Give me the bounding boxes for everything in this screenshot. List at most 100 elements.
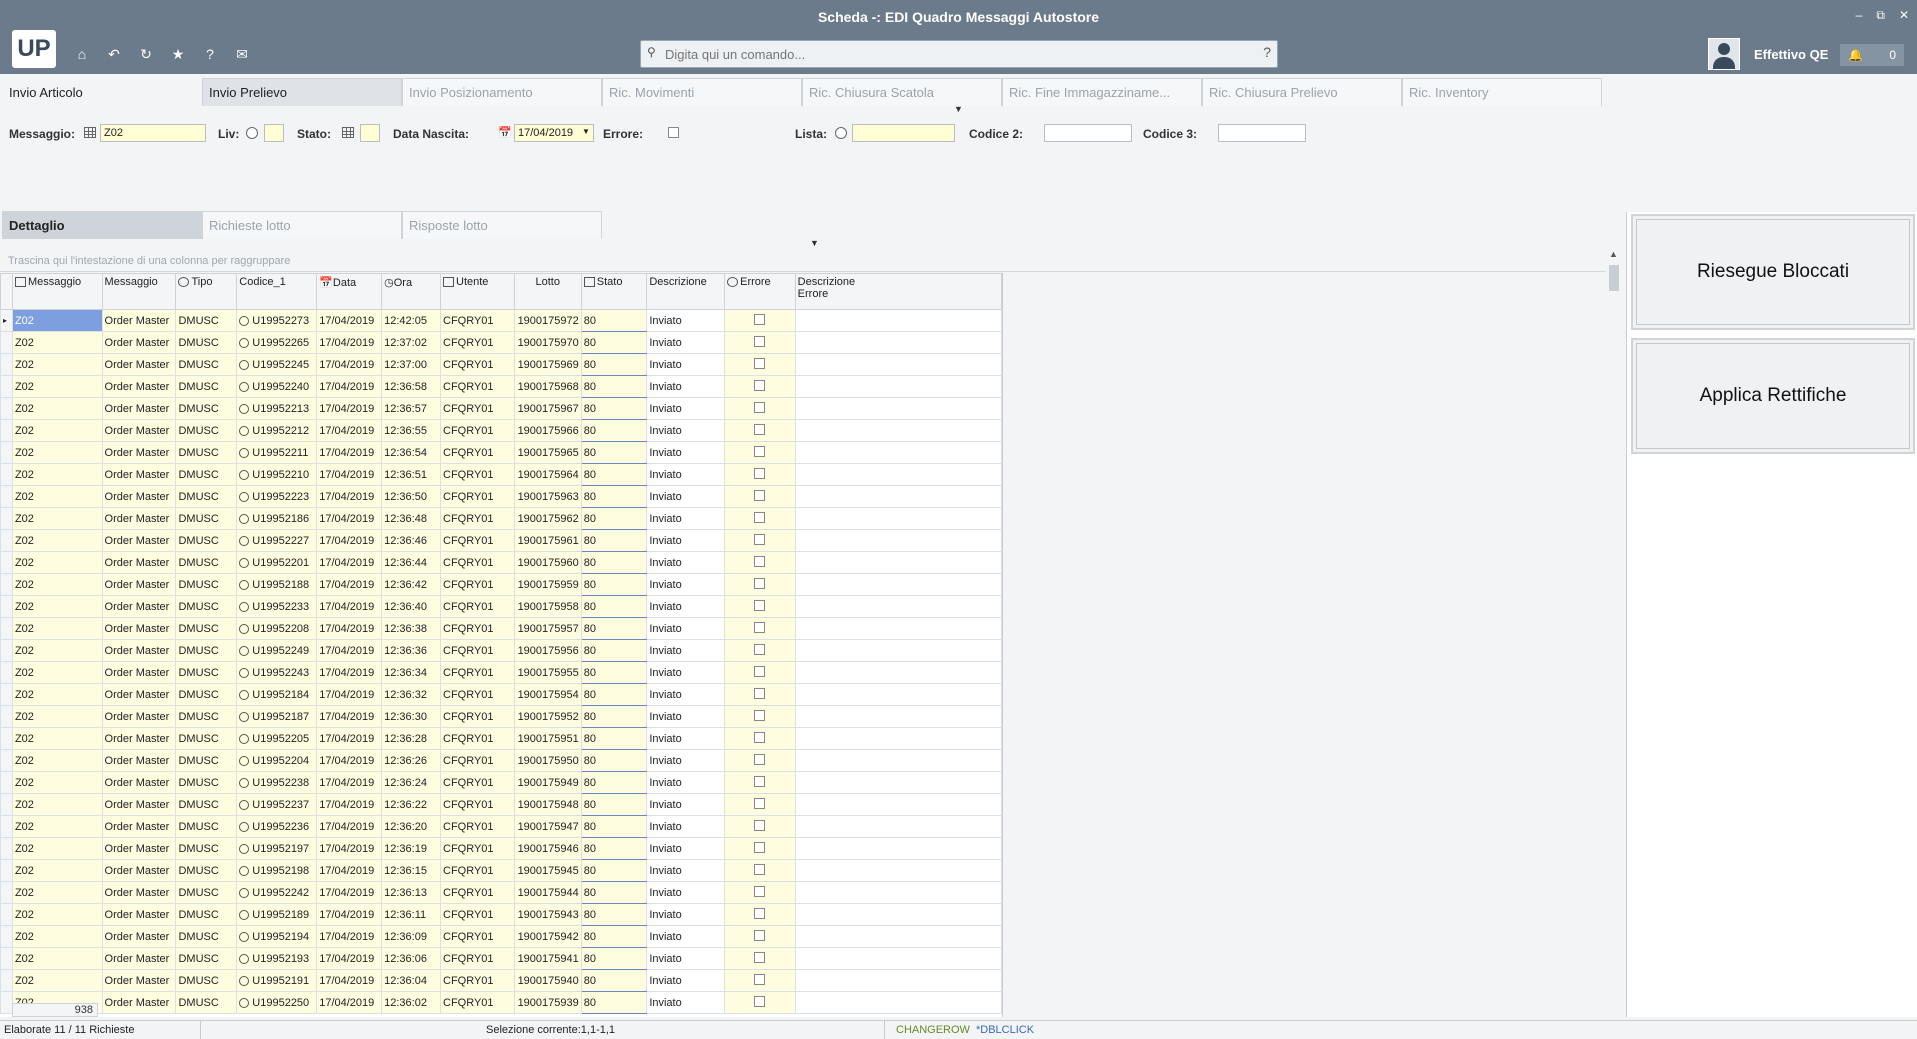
- cell-ora[interactable]: 12:36:50: [381, 485, 441, 508]
- cell-data[interactable]: 17/04/2019: [316, 947, 383, 970]
- errore-checkbox[interactable]: [754, 951, 766, 963]
- col-header-errore[interactable]: Errore: [724, 273, 796, 310]
- radio-icon[interactable]: [239, 381, 250, 392]
- cell-descrizione-errore[interactable]: [794, 397, 1002, 420]
- cell-lotto[interactable]: 1900175945: [513, 859, 582, 882]
- cell-stato[interactable]: 80: [580, 375, 648, 398]
- table-row[interactable]: Z02 Order Master DMUSC U19952236 17/04/2019 1…: [0, 815, 1002, 838]
- table-row[interactable]: Z02 Order Master DMUSC U19952242 17/04/2019 1…: [0, 881, 1002, 904]
- group-by-hint[interactable]: Trascina qui l'intestazione di una colon…: [8, 255, 290, 267]
- table-row[interactable]: Z02 Order Master DMUSC U19952184 17/04/2019 1…: [0, 683, 1002, 706]
- cell-tipo[interactable]: DMUSC: [175, 463, 238, 486]
- row-indicator[interactable]: [0, 573, 13, 596]
- user-area[interactable]: Effettivo QE: [1708, 38, 1828, 70]
- cell-messaggio[interactable]: Z02: [11, 331, 103, 354]
- cell-messaggio[interactable]: Z02: [11, 683, 103, 706]
- row-indicator[interactable]: [0, 419, 13, 442]
- radio-icon[interactable]: [239, 843, 250, 854]
- cell-codice1[interactable]: U19952189: [236, 903, 318, 926]
- radio-icon[interactable]: [239, 799, 250, 810]
- cell-codice1[interactable]: U19952273: [236, 309, 318, 332]
- calendar-icon[interactable]: 📅: [498, 126, 512, 139]
- cell-tipo[interactable]: DMUSC: [175, 947, 238, 970]
- row-indicator[interactable]: [0, 683, 13, 706]
- cell-utente[interactable]: CFQRY01: [440, 419, 515, 442]
- cell-tipo[interactable]: DMUSC: [175, 705, 238, 728]
- cell-data[interactable]: 17/04/2019: [316, 815, 383, 838]
- cell-ora[interactable]: 12:36:40: [381, 595, 441, 618]
- tab-risposte-lotto[interactable]: Risposte lotto: [402, 211, 602, 239]
- col-header-lotto[interactable]: Lotto: [513, 273, 582, 310]
- cell-data[interactable]: 17/04/2019: [316, 903, 383, 926]
- errore-checkbox[interactable]: [754, 819, 766, 831]
- cell-descrizione-errore[interactable]: [794, 749, 1002, 772]
- grid-icon[interactable]: [84, 127, 96, 138]
- radio-icon[interactable]: [239, 447, 250, 458]
- cell-messaggio[interactable]: Z02: [11, 507, 103, 530]
- errore-checkbox[interactable]: [754, 357, 766, 369]
- row-indicator[interactable]: [0, 969, 13, 992]
- cell-stato[interactable]: 80: [580, 551, 648, 574]
- cell-descrizione-errore[interactable]: [794, 441, 1002, 464]
- help-icon[interactable]: ?: [202, 46, 218, 63]
- cell-utente[interactable]: CFQRY01: [440, 727, 515, 750]
- cell-lotto[interactable]: 1900175967: [513, 397, 582, 420]
- cell-data[interactable]: 17/04/2019: [316, 683, 383, 706]
- table-row[interactable]: Z02 Order Master DMUSC U19952243 17/04/2019 1…: [0, 661, 1002, 684]
- cell-errore[interactable]: [724, 353, 796, 376]
- cell-descrizione-errore[interactable]: [794, 309, 1002, 332]
- cell-stato[interactable]: 80: [580, 529, 648, 552]
- col-header-tipo[interactable]: Tipo: [175, 273, 238, 310]
- cell-descrizione-errore[interactable]: [794, 771, 1002, 794]
- cell-stato[interactable]: 80: [580, 969, 648, 992]
- errore-checkbox[interactable]: [754, 313, 766, 325]
- radio-icon[interactable]: [239, 491, 250, 502]
- errore-checkbox[interactable]: [754, 489, 766, 501]
- errore-checkbox[interactable]: [754, 929, 766, 941]
- radio-icon[interactable]: [239, 469, 250, 480]
- cell-codice1[interactable]: U19952204: [236, 749, 318, 772]
- chevron-down-icon[interactable]: ▼: [582, 127, 590, 136]
- cell-data[interactable]: 17/04/2019: [316, 529, 383, 552]
- cell-messaggio[interactable]: Z02: [11, 969, 103, 992]
- row-indicator[interactable]: [0, 837, 13, 860]
- cell-descrizione[interactable]: Inviato: [646, 639, 726, 662]
- cell-data[interactable]: 17/04/2019: [316, 551, 383, 574]
- table-row[interactable]: Z02 Order Master DMUSC U19952194 17/04/2019 1…: [0, 925, 1002, 948]
- cell-descrizione[interactable]: Inviato: [646, 881, 726, 904]
- cell-errore[interactable]: [724, 683, 796, 706]
- cell-utente[interactable]: CFQRY01: [440, 375, 515, 398]
- liv-radio[interactable]: [246, 127, 258, 139]
- cell-descrizione-errore[interactable]: [794, 485, 1002, 508]
- table-row[interactable]: Z02 Order Master DMUSC U19952211 17/04/2019 1…: [0, 441, 1002, 464]
- cell-descrizione-errore[interactable]: [794, 375, 1002, 398]
- cell-messaggio-desc[interactable]: Order Master: [101, 903, 177, 926]
- row-indicator[interactable]: [0, 529, 13, 552]
- cell-codice1[interactable]: U19952237: [236, 793, 318, 816]
- cell-messaggio[interactable]: Z02: [11, 485, 103, 508]
- cell-codice1[interactable]: U19952212: [236, 419, 318, 442]
- cell-lotto[interactable]: 1900175952: [513, 705, 582, 728]
- col-header-messaggio[interactable]: Messaggio: [11, 273, 103, 310]
- cell-lotto[interactable]: 1900175966: [513, 419, 582, 442]
- cell-codice1[interactable]: U19952201: [236, 551, 318, 574]
- table-row[interactable]: Z02 Order Master DMUSC U19952197 17/04/2019 1…: [0, 837, 1002, 860]
- errore-checkbox[interactable]: [754, 379, 766, 391]
- cell-data[interactable]: 17/04/2019: [316, 749, 383, 772]
- cell-tipo[interactable]: DMUSC: [175, 573, 238, 596]
- cell-data[interactable]: 17/04/2019: [316, 375, 383, 398]
- cell-data[interactable]: 17/04/2019: [316, 661, 383, 684]
- cell-data[interactable]: 17/04/2019: [316, 881, 383, 904]
- cell-descrizione-errore[interactable]: [794, 969, 1002, 992]
- cell-utente[interactable]: CFQRY01: [440, 353, 515, 376]
- cell-tipo[interactable]: DMUSC: [175, 903, 238, 926]
- cell-stato[interactable]: 80: [580, 771, 648, 794]
- cell-tipo[interactable]: DMUSC: [175, 419, 238, 442]
- row-indicator[interactable]: ▸: [0, 309, 13, 332]
- cell-errore[interactable]: [724, 507, 796, 530]
- cell-data[interactable]: 17/04/2019: [316, 705, 383, 728]
- cell-descrizione[interactable]: Inviato: [646, 463, 726, 486]
- cell-utente[interactable]: CFQRY01: [440, 859, 515, 882]
- tab-invio-prelievo[interactable]: Invio Prelievo: [202, 78, 402, 106]
- cell-utente[interactable]: CFQRY01: [440, 991, 515, 1014]
